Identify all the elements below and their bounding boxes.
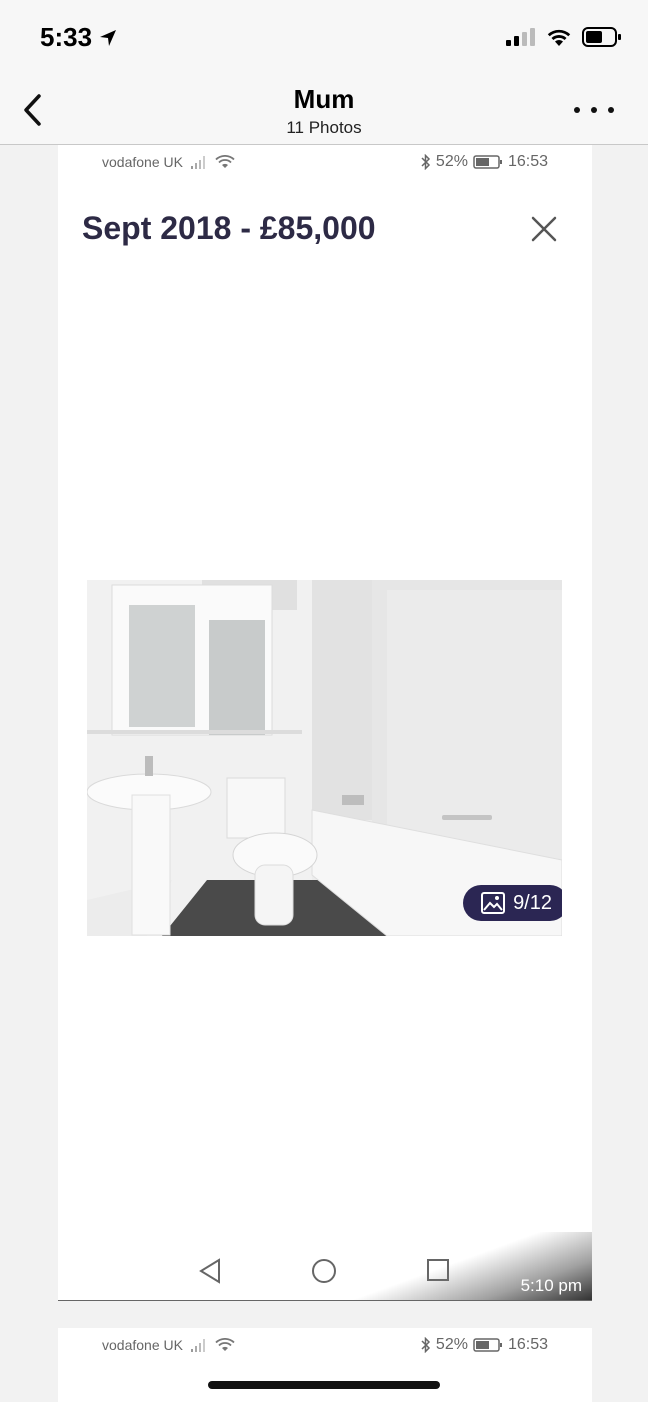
close-icon[interactable]: [530, 215, 558, 243]
photo-count: 11 Photos: [286, 118, 362, 137]
more-options-button[interactable]: [574, 98, 614, 122]
android-back-icon[interactable]: [198, 1258, 222, 1284]
next-photo[interactable]: vodafone UK 52% 16:53: [58, 1328, 592, 1402]
android-carrier: vodafone UK: [102, 1337, 235, 1353]
bathroom-photo[interactable]: 9/12: [87, 580, 562, 936]
android-status-bar: vodafone UK 52% 16:53: [58, 1328, 592, 1362]
photo-counter-badge: 9/12: [463, 885, 562, 921]
android-clock: 16:53: [507, 153, 548, 170]
android-carrier: vodafone UK: [102, 154, 235, 170]
album-title: Mum: [293, 84, 355, 114]
more-dot-icon: [608, 107, 614, 113]
battery-icon: [473, 155, 502, 169]
photo-viewer-screen: 5:33 Mum 11 Photos vodafone UK 52% 16:53…: [0, 0, 648, 1402]
battery-icon: [473, 1338, 502, 1352]
android-status-right: 52% 16:53: [421, 1336, 548, 1354]
battery-percent: 52%: [435, 153, 468, 170]
ios-status-bar: 5:33: [0, 0, 648, 76]
bluetooth-icon: [421, 154, 430, 170]
cellular-signal-icon: [506, 28, 535, 46]
battery-icon: [582, 27, 621, 47]
wifi-icon: [547, 29, 571, 46]
carrier-label: vodafone UK: [102, 154, 183, 170]
battery-percent: 52%: [435, 1336, 468, 1353]
image-gallery-icon: [481, 892, 506, 914]
status-time-text: 5:33: [40, 22, 93, 52]
android-clock: 16:53: [507, 1336, 548, 1353]
status-time: 5:33: [40, 22, 118, 53]
listing-title: Sept 2018 - £85,000: [82, 210, 376, 246]
home-indicator[interactable]: [208, 1381, 440, 1389]
location-arrow-icon: [100, 29, 117, 46]
navigation-bar: Mum 11 Photos: [0, 76, 648, 145]
photo-counter-text: 9/12: [513, 891, 552, 914]
current-photo[interactable]: vodafone UK 52% 16:53 Sept 2018 - £85,00…: [58, 145, 592, 1301]
wifi-icon: [215, 1338, 235, 1351]
android-status-right: 52% 16:53: [421, 153, 548, 171]
status-indicators: [506, 26, 622, 48]
bluetooth-icon: [421, 1337, 430, 1353]
more-dot-icon: [574, 107, 580, 113]
signal-icon: [190, 1339, 205, 1352]
android-home-icon[interactable]: [311, 1258, 337, 1284]
bathroom-image: [87, 580, 562, 936]
photo-timestamp: 5:10 pm: [520, 1276, 582, 1295]
signal-icon: [190, 156, 205, 169]
android-status-bar: vodafone UK 52% 16:53: [58, 145, 592, 179]
wifi-icon: [215, 155, 235, 168]
carrier-label: vodafone UK: [102, 1337, 183, 1353]
more-dot-icon: [591, 107, 597, 113]
